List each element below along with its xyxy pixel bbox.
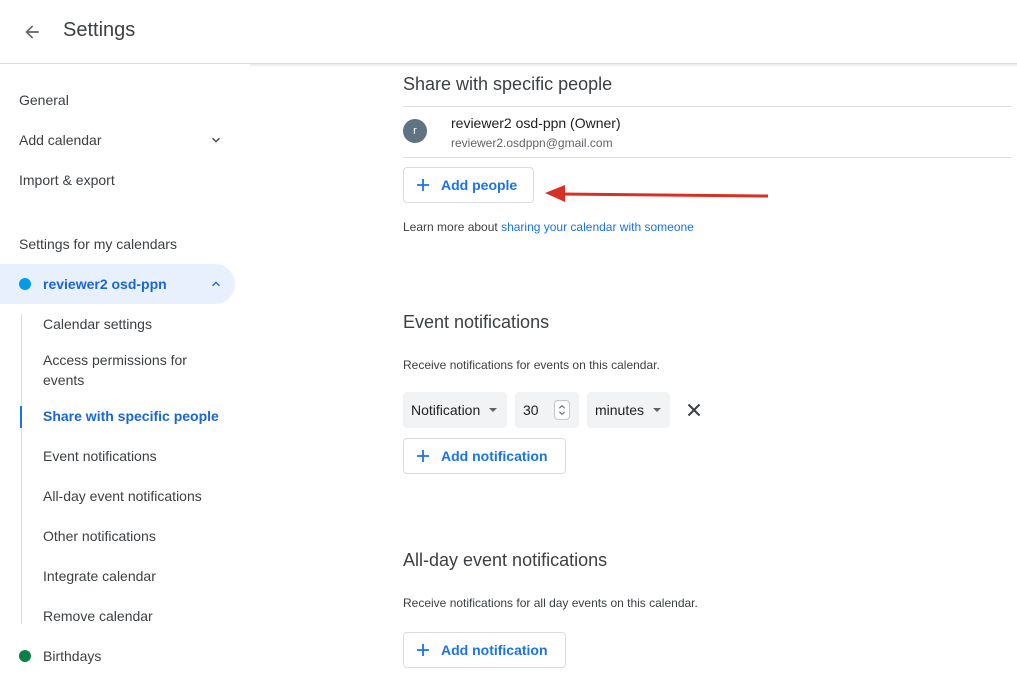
add-notification-label: Add notification (441, 642, 548, 658)
sidebar-item-add-calendar[interactable]: Add calendar (19, 132, 102, 148)
sidebar-section-heading: Settings for my calendars (19, 236, 177, 252)
sidebar-item-calendar-settings[interactable]: Calendar settings (43, 314, 223, 334)
divider (403, 157, 1011, 158)
annotation-arrow-icon (545, 185, 769, 202)
birthdays-color-dot (19, 650, 31, 662)
sidebar-item-event-notifications[interactable]: Event notifications (43, 446, 223, 466)
sidebar-item-remove-calendar[interactable]: Remove calendar (43, 606, 223, 626)
dropdown-caret-icon (489, 408, 498, 412)
chevron-up-icon[interactable] (208, 276, 224, 292)
active-indicator (20, 406, 22, 428)
sidebar-item-general[interactable]: General (19, 92, 69, 108)
add-notification-label: Add notification (441, 448, 548, 464)
add-people-label: Add people (441, 177, 518, 193)
notification-amount-value: 30 (523, 402, 539, 418)
allday-notifications-description: Receive notifications for all day events… (403, 596, 698, 610)
add-event-notification-button[interactable]: Add notification (403, 438, 566, 474)
calendar-name: reviewer2 osd-ppn (43, 276, 167, 292)
owner-email: reviewer2.osdppn@gmail.com (451, 136, 613, 150)
sharing-help-link[interactable]: sharing your calendar with someone (501, 220, 694, 234)
share-section-heading: Share with specific people (403, 74, 613, 94)
sidebar-calendar-reviewer2[interactable]: reviewer2 osd-ppn (0, 264, 235, 304)
settings-sidebar: General Add calendar Import & export Set… (0, 64, 250, 697)
event-notifications-description: Receive notifications for events on this… (403, 358, 660, 372)
notification-type-select[interactable]: Notification (403, 392, 507, 428)
add-allday-notification-button[interactable]: Add notification (403, 632, 566, 668)
sidebar-item-share-with-people[interactable]: Share with specific people (43, 406, 223, 426)
learn-more-text: Learn more about sharing your calendar w… (403, 220, 694, 234)
remove-notification-button[interactable] (682, 398, 706, 422)
back-button[interactable] (14, 14, 50, 50)
sidebar-item-access-permissions[interactable]: Access permissions for events (43, 350, 223, 390)
notification-unit-select[interactable]: minutes (587, 392, 670, 428)
dropdown-caret-icon (653, 408, 662, 412)
app-header: Settings (0, 0, 1017, 64)
arrow-back-icon (25, 25, 39, 39)
allday-notifications-heading: All-day event notifications (403, 550, 608, 570)
event-notifications-heading: Event notifications (403, 312, 550, 332)
avatar: r (403, 119, 427, 143)
plus-icon (417, 179, 429, 191)
sidebar-item-integrate-calendar[interactable]: Integrate calendar (43, 566, 223, 586)
stepper-arrows-icon[interactable] (554, 400, 570, 420)
divider (403, 106, 1011, 107)
sidebar-item-import-export[interactable]: Import & export (19, 172, 115, 188)
add-people-button[interactable]: Add people (403, 167, 534, 203)
notification-unit-value: minutes (595, 402, 645, 418)
calendar-color-dot (19, 278, 31, 290)
sidebar-item-birthdays[interactable]: Birthdays (43, 648, 101, 664)
submenu-guide-line (21, 314, 22, 624)
plus-icon (417, 450, 429, 462)
sidebar-item-other-notifications[interactable]: Other notifications (43, 526, 223, 546)
notification-type-value: Notification (411, 402, 481, 418)
owner-name: reviewer2 osd-ppn (Owner) (451, 115, 621, 131)
learn-more-prefix: Learn more about (403, 220, 502, 234)
content-top-shadow (250, 64, 1017, 67)
page-title: Settings (63, 19, 136, 41)
sidebar-item-allday-notifications[interactable]: All-day event notifications (43, 486, 223, 506)
plus-icon (417, 644, 429, 656)
chevron-down-icon[interactable] (208, 132, 224, 148)
close-icon (687, 403, 701, 417)
